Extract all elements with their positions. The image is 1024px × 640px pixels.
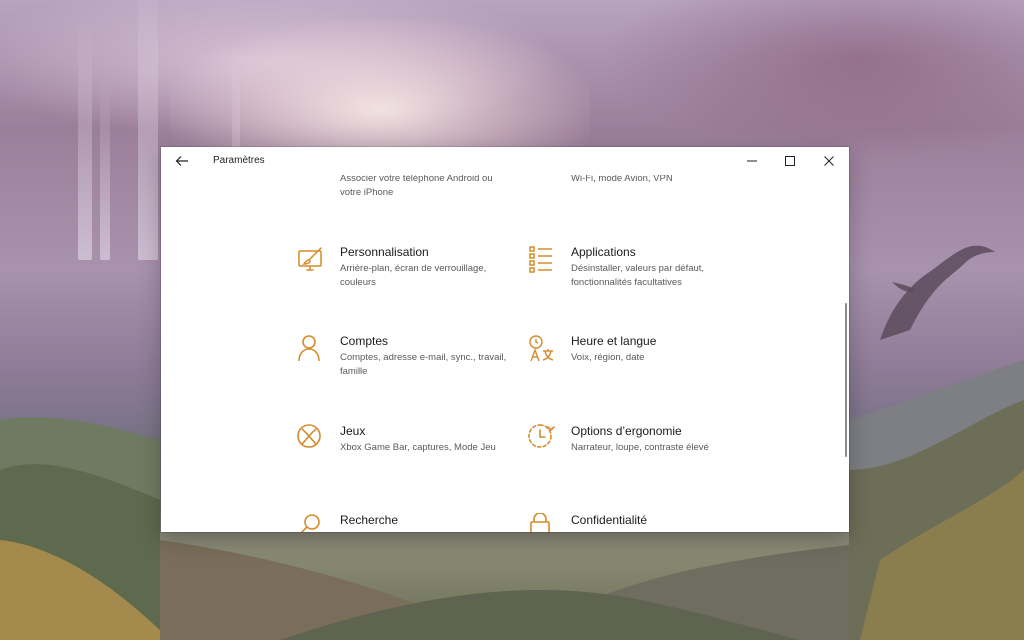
search-icon: [297, 513, 327, 532]
tile-applications[interactable]: Applications Désinstaller, valeurs par d…: [528, 245, 738, 305]
tile-name: Options d’ergonomie: [571, 424, 682, 438]
minimize-icon: [747, 160, 757, 162]
back-button[interactable]: [171, 151, 193, 171]
tile-name: Personnalisation: [340, 245, 429, 259]
tile-desc: Xbox Game Bar, captures, Mode Jeu: [340, 442, 496, 453]
tile-desc: Désinstaller, valeurs par défaut, foncti…: [571, 263, 705, 288]
tile-desc: Arrière-plan, écran de verrouillage, cou…: [340, 263, 487, 288]
time-language-icon: [528, 334, 558, 364]
tile-comptes[interactable]: Comptes Comptes, adresse e-mail, sync., …: [297, 334, 507, 394]
tile-jeux[interactable]: Jeux Xbox Game Bar, captures, Mode Jeu: [297, 424, 507, 484]
tile-heure-langue[interactable]: Heure et langue Voix, région, date: [528, 334, 738, 394]
tile-personnalisation[interactable]: Personnalisation Arrière-plan, écran de …: [297, 245, 507, 305]
maximize-button[interactable]: [771, 147, 809, 175]
tile-confidentialite[interactable]: Confidentialité: [528, 512, 738, 532]
vertical-scrollbar[interactable]: [845, 303, 847, 457]
close-icon: [824, 156, 834, 166]
title-bar: Paramètres: [161, 147, 849, 175]
tile-name: Jeux: [340, 424, 366, 438]
person-icon: [297, 334, 327, 364]
tile-name: Recherche: [340, 513, 399, 527]
back-arrow-icon: [175, 156, 188, 166]
maximize-icon: [785, 156, 795, 166]
wallpaper-bird: [880, 245, 995, 340]
tile-desc: Voix, région, date: [571, 352, 645, 363]
window-title: Paramètres: [213, 155, 265, 166]
apps-list-icon: [528, 245, 558, 275]
tile-desc: Narrateur, loupe, contraste élevé: [571, 442, 709, 453]
tile-recherche[interactable]: Recherche: [297, 513, 507, 532]
tile-name: Confidentialité: [571, 513, 648, 527]
paint-brush-icon: [297, 245, 327, 275]
tile-name: Applications: [571, 245, 636, 259]
tile-ergonomie[interactable]: Options d’ergonomie Narrateur, loupe, co…: [528, 424, 738, 484]
tile-name: Heure et langue: [571, 334, 657, 348]
settings-window: Associer votre téléphone Android ou votr…: [161, 147, 849, 532]
minimize-button[interactable]: [733, 147, 771, 175]
xbox-icon: [297, 424, 327, 454]
lock-icon: [528, 512, 558, 532]
tile-desc: Associer votre téléphone Android ou votr…: [340, 173, 493, 198]
settings-content: Associer votre téléphone Android ou votr…: [161, 147, 849, 532]
close-button[interactable]: [810, 147, 848, 175]
tile-desc: Comptes, adresse e-mail, sync., travail,…: [340, 352, 507, 377]
ease-of-access-icon: [528, 424, 558, 454]
tile-name: Comptes: [340, 334, 389, 348]
